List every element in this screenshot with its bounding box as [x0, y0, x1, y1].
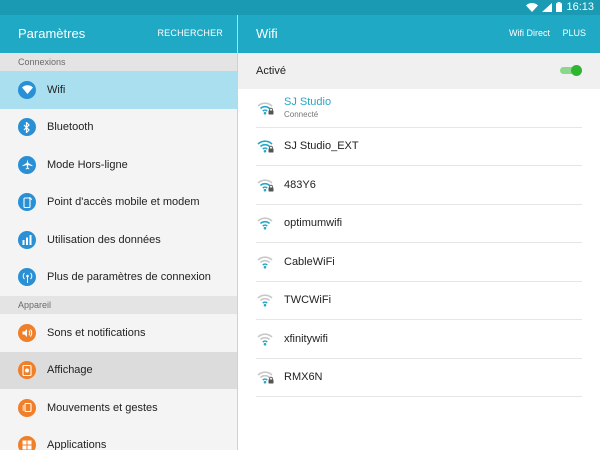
network-item[interactable]: SJ Studio Connecté: [256, 89, 582, 128]
network-text: TWCWiFi: [284, 294, 331, 306]
app-title: Paramètres: [18, 26, 86, 41]
wifi-toggle[interactable]: [560, 65, 582, 76]
data-usage-icon: [18, 230, 36, 249]
wifi-locked-icon: [256, 178, 274, 192]
sidebar-item-hotspot[interactable]: Point d'accès mobile et modem: [0, 184, 237, 222]
wifi-locked-icon: [256, 139, 274, 153]
section-header-connexions: Connexions: [0, 53, 237, 71]
network-name: SJ Studio_EXT: [284, 140, 359, 153]
network-text: RMX6N: [284, 371, 323, 383]
wifi-app-bar: Wifi Wifi Direct PLUS: [238, 15, 600, 53]
sidebar-item-data-usage[interactable]: Utilisation des données: [0, 221, 237, 259]
wifi-icon: [256, 216, 274, 230]
network-text: SJ Studio Connecté: [284, 96, 331, 119]
more-connections-icon: [18, 268, 36, 287]
signal-icon: [542, 2, 553, 12]
sidebar-item-bluetooth[interactable]: Bluetooth: [0, 109, 237, 147]
wifi-master-switch-row[interactable]: Activé: [238, 53, 600, 89]
sidebar-item-motions[interactable]: Mouvements et gestes: [0, 389, 237, 427]
wifi-locked-icon: [256, 370, 274, 384]
battery-icon: [556, 2, 563, 12]
wifi-page-title: Wifi: [256, 26, 278, 41]
clock: 16:13: [566, 1, 594, 13]
sidebar-item-sounds[interactable]: Sons et notifications: [0, 314, 237, 352]
network-item[interactable]: xfinitywifi: [256, 320, 582, 359]
sidebar-item-applications[interactable]: Applications: [0, 427, 237, 450]
network-status: Connecté: [284, 110, 319, 120]
sidebar-item-label: Affichage: [47, 364, 93, 377]
sidebar-item-wifi[interactable]: Wifi: [0, 71, 237, 109]
search-button[interactable]: RECHERCHER: [157, 28, 223, 38]
sidebar-item-label: Utilisation des données: [47, 233, 161, 246]
network-text: optimumwifi: [284, 217, 342, 229]
network-name: TWCWiFi: [284, 294, 332, 307]
network-text: xfinitywifi: [284, 333, 328, 345]
settings-sidebar: Connexions Wifi Bluetooth Mode Hors-lign…: [0, 53, 237, 450]
sidebar-item-label: Mouvements et gestes: [47, 401, 158, 414]
sidebar-item-label: Point d'accès mobile et modem: [47, 196, 200, 209]
sidebar-item-airplane-mode[interactable]: Mode Hors-ligne: [0, 146, 237, 184]
wifi-direct-button[interactable]: Wifi Direct: [509, 28, 550, 38]
bluetooth-icon: [18, 118, 36, 137]
wifi-locked-icon: [256, 101, 274, 115]
display-icon: [18, 361, 36, 380]
network-text: 483Y6: [284, 179, 316, 191]
network-list: SJ Studio Connecté SJ Studio_EXT 483Y6 optim…: [256, 89, 582, 397]
airplane-icon: [18, 155, 36, 174]
apps-icon: [18, 436, 36, 450]
sidebar-item-label: Bluetooth: [47, 121, 94, 134]
network-name: optimumwifi: [284, 217, 343, 230]
section-header-appareil: Appareil: [0, 296, 237, 314]
sidebar-item-label: Sons et notifications: [47, 326, 146, 339]
network-name: RMX6N: [284, 371, 323, 384]
status-icons: 16:13: [526, 1, 594, 13]
network-text: CableWiFi: [284, 256, 335, 268]
wifi-icon: [256, 255, 274, 269]
network-name: SJ Studio: [284, 96, 332, 109]
network-item[interactable]: optimumwifi: [256, 205, 582, 243]
network-item[interactable]: TWCWiFi: [256, 282, 582, 320]
network-name: CableWiFi: [284, 255, 335, 268]
network-name: 483Y6: [284, 178, 316, 191]
wifi-icon: [18, 80, 36, 99]
wifi-icon: [256, 332, 274, 346]
sidebar-item-label: Applications: [47, 439, 107, 450]
wifi-icon: [256, 293, 274, 307]
sidebar-item-label: Plus de paramètres de connexion: [47, 271, 211, 284]
network-item[interactable]: 483Y6: [256, 166, 582, 205]
wifi-status-icon: [526, 2, 539, 12]
network-item[interactable]: RMX6N: [256, 359, 582, 397]
sidebar-item-more-connections[interactable]: Plus de paramètres de connexion: [0, 259, 237, 297]
network-name: xfinitywifi: [284, 332, 329, 345]
sidebar-item-label: Mode Hors-ligne: [47, 158, 128, 171]
wifi-switch-label: Activé: [256, 65, 286, 77]
settings-app-bar: Paramètres RECHERCHER: [0, 15, 237, 53]
hotspot-icon: [18, 193, 36, 212]
wifi-content-pane: Activé SJ Studio Connecté SJ Studio_EXT 483…: [238, 53, 600, 450]
more-button[interactable]: PLUS: [562, 28, 586, 38]
motion-icon: [18, 398, 36, 417]
sidebar-item-display[interactable]: Affichage: [0, 351, 237, 389]
sound-icon: [18, 323, 36, 342]
network-text: SJ Studio_EXT: [284, 140, 359, 152]
network-item[interactable]: SJ Studio_EXT: [256, 128, 582, 166]
sidebar-item-label: Wifi: [47, 83, 66, 96]
status-bar: 16:13: [0, 0, 600, 15]
toggle-knob: [571, 65, 582, 76]
network-item[interactable]: CableWiFi: [256, 243, 582, 282]
